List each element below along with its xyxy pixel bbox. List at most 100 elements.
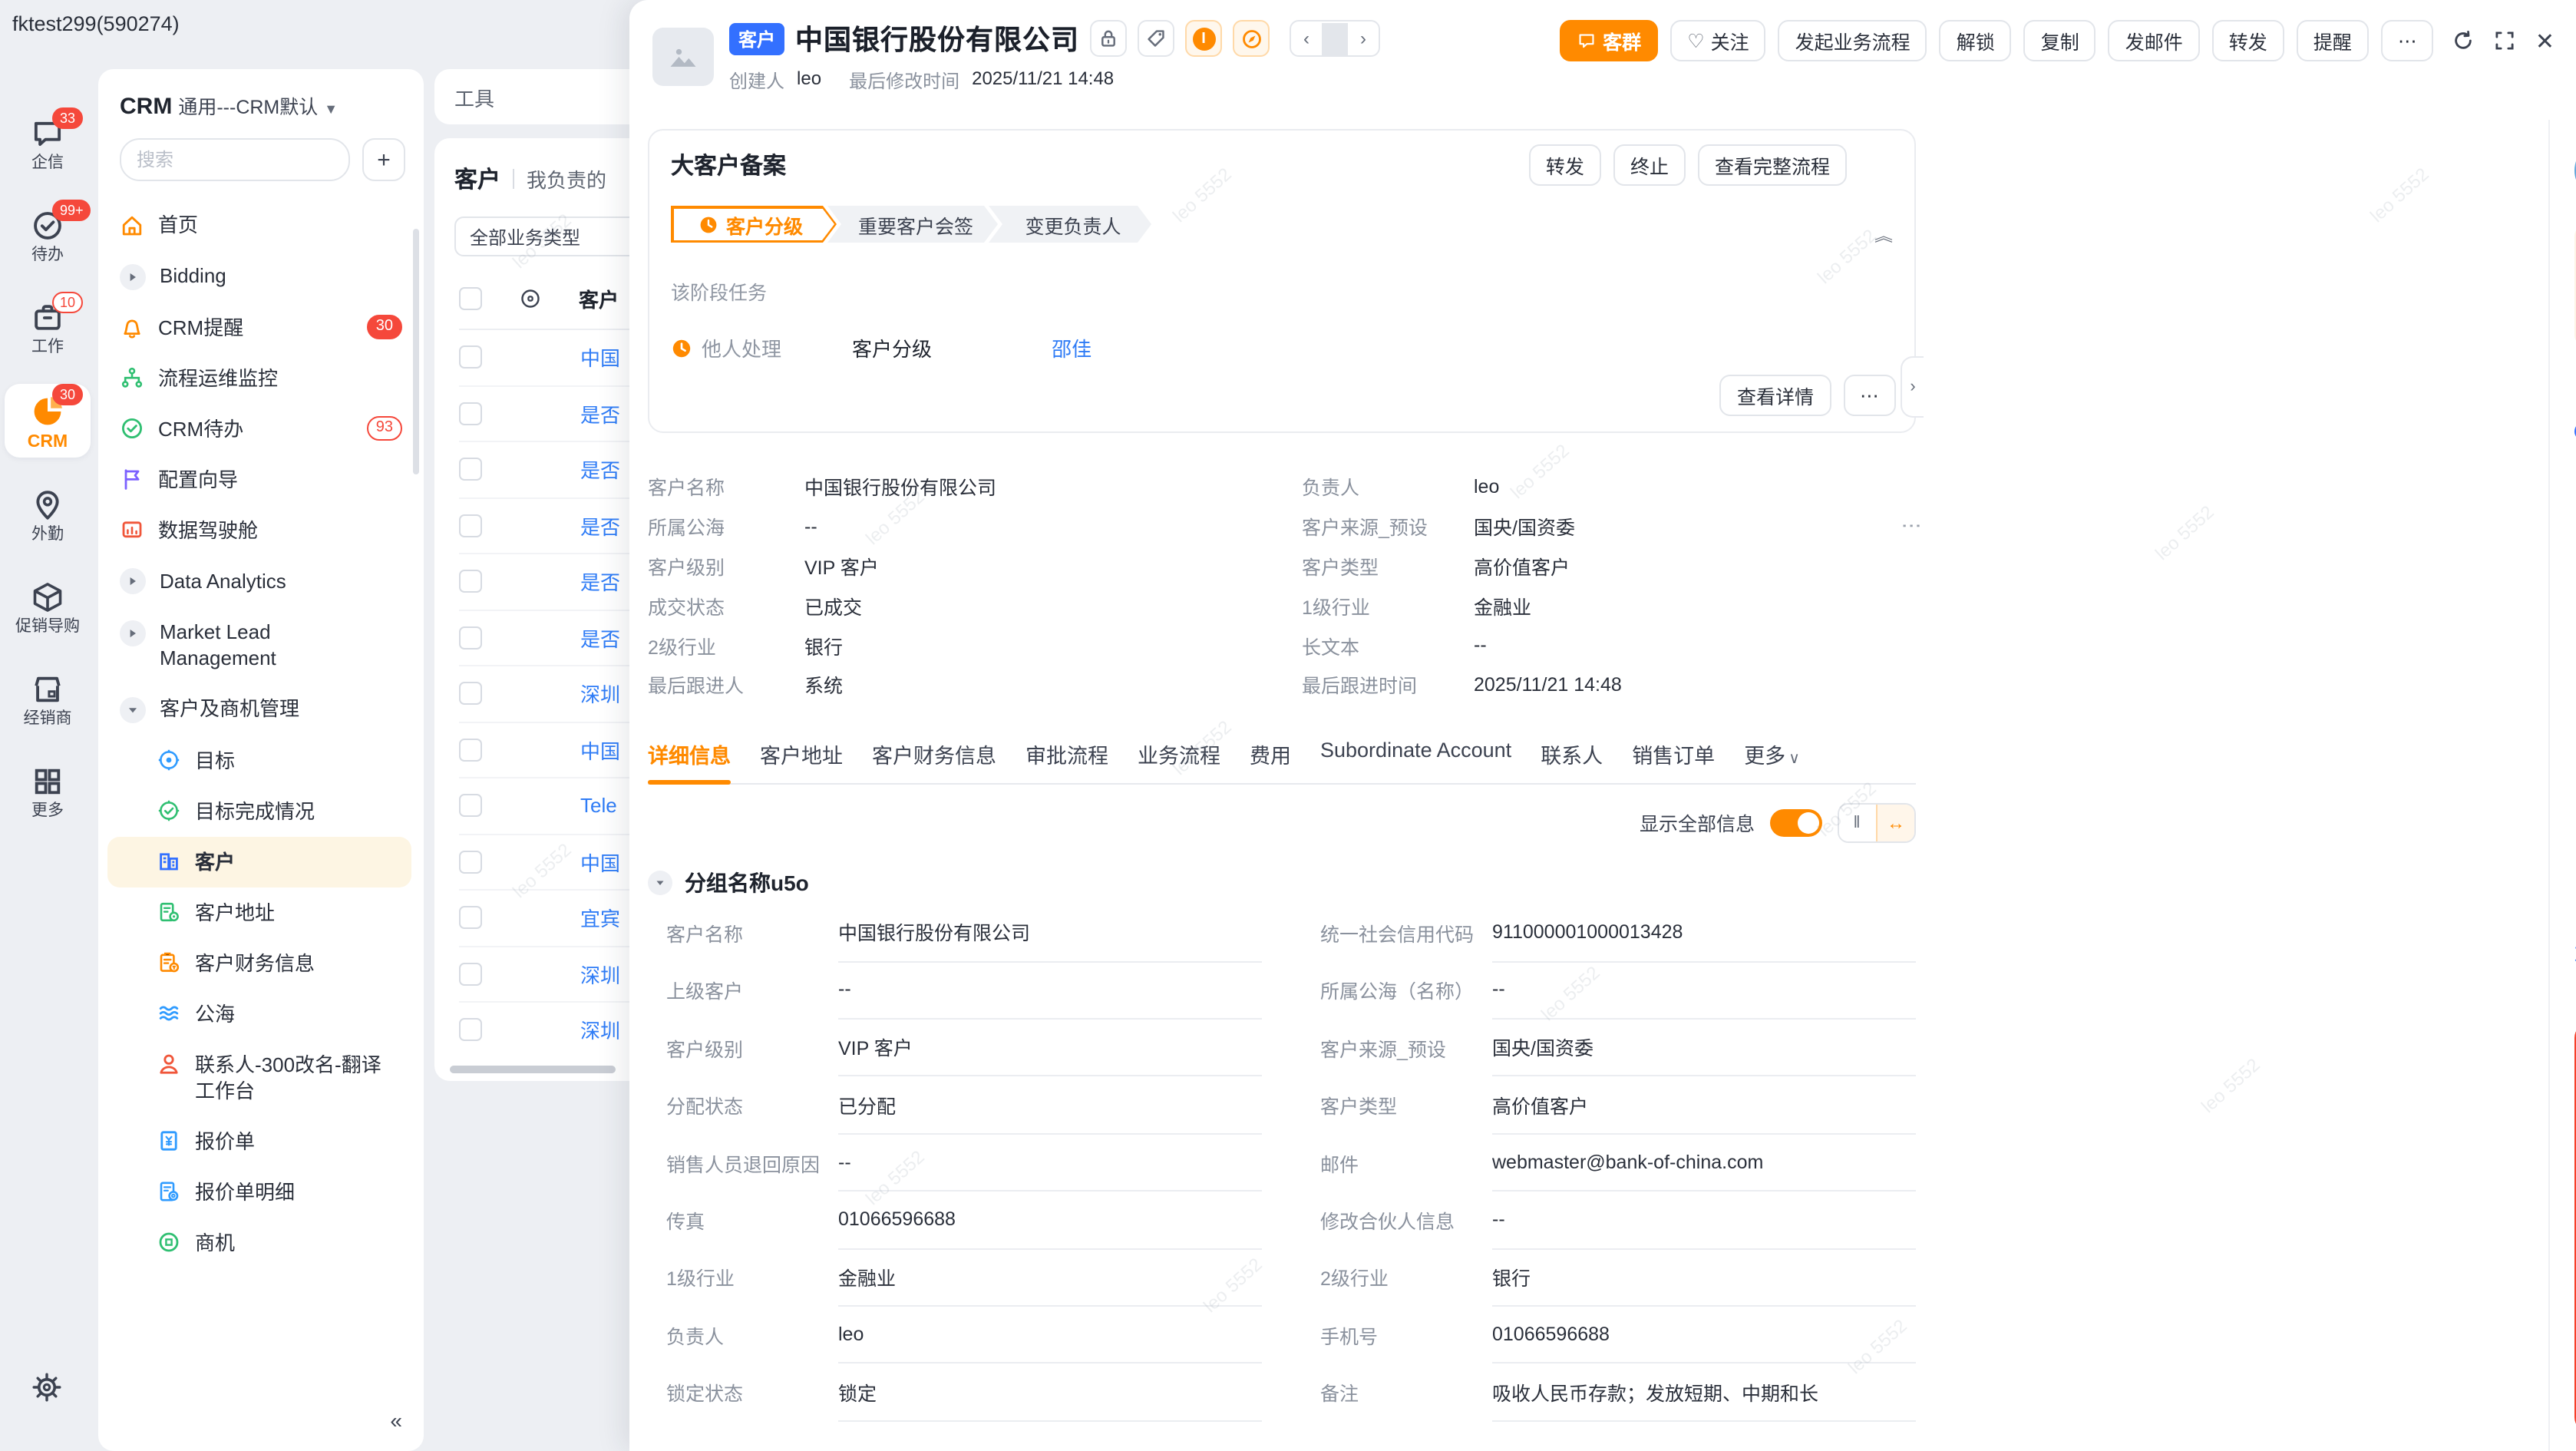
rail-item-dealer[interactable]: 经销商 (5, 663, 91, 734)
sidebar-item-data-cockpit[interactable]: 数据驾驶舱 (107, 504, 411, 555)
sidebar-item-customer-address[interactable]: 客户地址 (107, 887, 411, 937)
assignee-link[interactable]: 邵佳 (1052, 333, 1091, 362)
prev-record-button[interactable]: ‹ (1291, 28, 1322, 49)
integration-icon[interactable]: I (1185, 20, 1222, 57)
sidebar-item-quotation[interactable]: 报价单 (107, 1116, 411, 1166)
rail-item-todo[interactable]: 待办 99+ (5, 200, 91, 270)
forward-button[interactable]: 转发 (2212, 20, 2284, 61)
caret-down-icon[interactable] (648, 871, 672, 895)
customer-link[interactable]: 是否 (580, 623, 620, 653)
group-field-value[interactable]: webmaster@bank-of-china.com (1492, 1133, 1916, 1192)
group-field-value[interactable]: 锁定 (838, 1363, 1262, 1422)
flow-view-full-button[interactable]: 查看完整流程 (1698, 144, 1847, 186)
sidebar-item-opportunity[interactable]: 商机 (107, 1217, 411, 1268)
collapse-chevron-icon[interactable]: ︽ (1874, 225, 1893, 246)
sidebar-item-customer-finance[interactable]: 客户财务信息 (107, 937, 411, 988)
group-field-value[interactable]: -- (1492, 960, 1916, 1020)
rail-item-work[interactable]: 工作 10 (5, 292, 91, 362)
rail-item-crm[interactable]: CRM 30 (5, 384, 91, 458)
select-all-checkbox[interactable] (459, 287, 482, 310)
row-checkbox[interactable] (459, 795, 482, 818)
tab-finance[interactable]: 客户财务信息 (872, 739, 996, 769)
group-field-value[interactable]: leo (838, 1305, 1262, 1364)
row-checkbox[interactable] (459, 739, 482, 762)
stage[interactable]: 变更负责人 (989, 206, 1151, 243)
sidebar-search-input[interactable] (120, 138, 350, 181)
start-bpm-button[interactable]: 发起业务流程 (1778, 20, 1927, 61)
fullscreen-icon[interactable] (2494, 29, 2517, 52)
rail-item-more[interactable]: 更多 (5, 755, 91, 826)
tab-address[interactable]: 客户地址 (760, 739, 843, 769)
tab-detail-info[interactable]: 详细信息 (648, 739, 731, 769)
sidebar-item-quotation-detail[interactable]: 报价单明细 (107, 1166, 411, 1217)
tab-subordinate[interactable]: Subordinate Account (1320, 739, 1511, 769)
flow-terminate-button[interactable]: 终止 (1613, 144, 1686, 186)
sidebar-scrollbar[interactable] (413, 229, 419, 474)
row-checkbox[interactable] (459, 907, 482, 930)
group-field-value[interactable]: VIP 客户 (838, 1018, 1262, 1077)
rail-item-field[interactable]: 外勤 (5, 479, 91, 550)
row-checkbox[interactable] (459, 1019, 482, 1042)
sidebar-item-data-analytics[interactable]: Data Analytics (107, 555, 411, 607)
customer-link[interactable]: 中国 (580, 735, 620, 765)
tab-contacts[interactable]: 联系人 (1541, 739, 1603, 769)
more-actions-button[interactable]: ⋯ (2381, 20, 2434, 61)
list-scope[interactable]: 我负责的 (527, 164, 606, 193)
customer-link[interactable]: Tele (580, 795, 617, 818)
rail-item-qixin[interactable]: 企信 33 (5, 107, 91, 178)
group-field-value[interactable]: 01066596688 (838, 1190, 1262, 1249)
tab-expense[interactable]: 费用 (1250, 739, 1291, 769)
customer-link[interactable]: 是否 (580, 455, 620, 484)
group-field-value[interactable]: -- (838, 1133, 1262, 1192)
customer-link[interactable]: 深圳 (580, 960, 620, 989)
sidebar-item-goal-status[interactable]: 目标完成情况 (107, 785, 411, 836)
sidebar-item-contacts[interactable]: 联系人-300改名-翻译工作台 (107, 1039, 411, 1116)
refresh-icon[interactable] (2452, 29, 2475, 52)
group-field-value[interactable]: 金融业 (838, 1248, 1262, 1307)
group-field-value[interactable]: -- (1492, 1190, 1916, 1249)
horizontal-scrollbar[interactable] (450, 1066, 616, 1073)
customer-link[interactable]: 是否 (580, 399, 620, 428)
tag-icon[interactable] (1138, 20, 1174, 57)
lock-icon[interactable] (1090, 20, 1127, 57)
group-field-value[interactable]: 吸收人民币存款；发放短期、中期和长 (1492, 1363, 1916, 1422)
row-checkbox[interactable] (459, 683, 482, 706)
row-checkbox[interactable] (459, 851, 482, 874)
follow-button[interactable]: ♡关注 (1670, 20, 1765, 61)
group-field-value[interactable]: 银行 (1492, 1248, 1916, 1307)
customer-link[interactable]: 中国 (580, 848, 620, 877)
stage[interactable]: 重要客户会签 (827, 206, 998, 243)
expand-layout-button[interactable]: ↔ (1876, 805, 1914, 841)
group-field-value[interactable]: 911000001000013428 (1492, 904, 1916, 963)
stage-active[interactable]: 客户分级 (671, 206, 837, 243)
row-checkbox[interactable] (459, 346, 482, 369)
row-checkbox[interactable] (459, 570, 482, 593)
sidebar-item-crm-todo[interactable]: CRM待办93 (107, 403, 411, 454)
remind-button[interactable]: 提醒 (2297, 20, 2369, 61)
group-field-value[interactable]: -- (838, 960, 1262, 1020)
send-email-button[interactable]: 发邮件 (2109, 20, 2200, 61)
sidebar-header[interactable]: CRM 通用---CRM默认 ▼ (98, 91, 424, 120)
group-field-value[interactable]: 国央/国资委 (1492, 1018, 1916, 1077)
row-checkbox[interactable] (459, 458, 482, 481)
customer-link[interactable]: 深圳 (580, 1016, 620, 1045)
flow-forward-button[interactable]: 转发 (1529, 144, 1601, 186)
row-checkbox[interactable] (459, 626, 482, 649)
add-button[interactable]: + (362, 138, 405, 181)
sidebar-item-bidding[interactable]: Bidding (107, 250, 411, 302)
tab-bpm[interactable]: 业务流程 (1138, 739, 1220, 769)
sidebar-item-config-wizard[interactable]: 配置向导 (107, 454, 411, 504)
customer-group-button[interactable]: 客群 (1560, 20, 1658, 61)
show-all-toggle[interactable] (1770, 809, 1822, 837)
customer-link[interactable]: 宜宾 (580, 904, 620, 933)
panel-drag-handle[interactable]: ⋮ (1908, 516, 1916, 536)
close-icon[interactable]: ✕ (2535, 27, 2555, 55)
group-field-value[interactable]: 已分配 (838, 1076, 1262, 1135)
sidebar-item-public-pool[interactable]: 公海 (107, 988, 411, 1039)
flow-more-button[interactable]: ⋯ (1843, 375, 1896, 416)
sidebar-collapse-button[interactable]: « (390, 1408, 402, 1433)
panel-expander-tab[interactable]: › (1901, 356, 1924, 418)
customer-link[interactable]: 是否 (580, 567, 620, 597)
customer-link[interactable]: 是否 (580, 511, 620, 540)
sidebar-item-home[interactable]: 首页 (107, 200, 411, 250)
